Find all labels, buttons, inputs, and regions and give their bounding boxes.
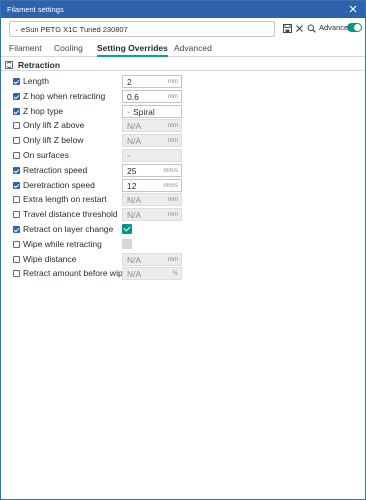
override-checkbox[interactable] — [13, 226, 20, 233]
override-checkbox[interactable] — [13, 240, 20, 248]
title-bar: Filament settings — [1, 1, 365, 18]
unit-label: mm — [168, 79, 178, 85]
field-value: 25 — [127, 165, 137, 176]
save-icon[interactable] — [283, 24, 293, 34]
override-checkbox[interactable] — [13, 152, 20, 159]
setting-label: Length — [23, 76, 49, 86]
unit-label: mm — [168, 123, 178, 130]
override-checkbox[interactable] — [13, 92, 20, 100]
settings-tabs: Filament Cooling Setting Overrides Advan… — [1, 41, 365, 57]
preset-name: eSun PETG X1C Tuned 230807 — [21, 24, 128, 34]
unit-label: mm — [168, 197, 178, 204]
setting-row: Extra length on restart N/A mm — [1, 193, 365, 207]
advanced-toggle[interactable] — [347, 23, 362, 32]
unit-label: mm — [168, 138, 178, 145]
preset-toolbar: ⌄ eSun PETG X1C Tuned 230807 Advanced — [1, 18, 365, 40]
setting-row: Length 2 mm — [1, 75, 365, 89]
setting-label: Only lift Z below — [23, 135, 84, 146]
unit-label: mm — [168, 93, 178, 100]
setting-row: Retract amount before wipe N/A% — [1, 267, 365, 281]
override-checkbox[interactable] — [13, 211, 20, 219]
override-checkbox[interactable] — [13, 166, 20, 174]
unit-label: mm/s — [163, 182, 178, 189]
search-icon[interactable] — [307, 24, 317, 34]
field-value: 12 — [127, 180, 137, 191]
tab-advanced[interactable]: Advanced — [174, 43, 212, 56]
setting-label: Z hop type — [23, 105, 64, 116]
setting-row: Wipe distance N/A mm — [1, 252, 365, 267]
setting-label: Deretraction speed — [23, 179, 95, 190]
setting-label: On surfaces — [23, 150, 69, 160]
chevron-down-icon: ⌄ — [126, 153, 132, 159]
collapse-icon[interactable] — [5, 60, 13, 69]
setting-input[interactable]: N/A mm — [122, 252, 182, 266]
field-value: N/A — [127, 254, 142, 265]
setting-input[interactable]: N/A mm — [122, 208, 182, 222]
unit-label: mm/s — [163, 167, 178, 174]
field-value: 0.6 — [127, 91, 139, 102]
setting-input[interactable]: N/A% — [122, 267, 182, 281]
setting-row: Z hop type ⌄ Spiral — [1, 104, 365, 119]
setting-label: Retract on layer change — [23, 224, 114, 234]
setting-label: Extra length on restart — [23, 194, 107, 205]
setting-row: Retraction speed 25 mm/s — [1, 163, 365, 178]
setting-row: Deretraction speed 12 mm/s — [1, 178, 365, 193]
setting-input[interactable]: N/A mm — [122, 119, 182, 133]
setting-label: Z hop when retracting — [23, 90, 106, 101]
field-value: N/A — [127, 136, 142, 147]
tab-setting-overrides[interactable]: Setting Overrides — [97, 43, 168, 57]
tab-cooling[interactable]: Cooling — [54, 43, 83, 56]
override-checkbox[interactable] — [13, 181, 20, 189]
setting-row: On surfaces ⌄ — [1, 149, 365, 163]
value-checkbox[interactable] — [122, 224, 132, 234]
field-value: 2 — [127, 77, 132, 87]
unit-label: mm — [168, 256, 178, 263]
override-checkbox[interactable] — [13, 255, 20, 263]
override-checkbox[interactable] — [13, 78, 20, 85]
setting-input[interactable]: N/A mm — [122, 134, 182, 148]
override-checkbox[interactable] — [13, 137, 20, 145]
field-value: N/A — [127, 121, 142, 132]
setting-input[interactable]: 25 mm/s — [122, 163, 182, 177]
preset-selector[interactable]: ⌄ eSun PETG X1C Tuned 230807 — [9, 21, 275, 37]
setting-row: Z hop when retracting 0.6 mm — [1, 89, 365, 104]
override-checkbox[interactable] — [13, 107, 20, 115]
setting-row: Only lift Z above N/A mm — [1, 119, 365, 133]
setting-label: Retraction speed — [23, 164, 88, 175]
chevron-down-icon: ⌄ — [126, 108, 132, 115]
override-checkbox[interactable] — [13, 122, 20, 130]
setting-row: Only lift Z below N/A mm — [1, 134, 365, 148]
group-title: Retraction — [18, 59, 61, 70]
field-value: Spiral — [133, 106, 155, 117]
setting-label: Travel distance threshold — [23, 209, 118, 220]
field-value: N/A — [127, 269, 142, 280]
setting-row: Travel distance threshold N/A mm — [1, 208, 365, 222]
setting-dropdown[interactable]: ⌄ Spiral — [122, 104, 182, 118]
value-checkbox[interactable] — [122, 238, 132, 249]
setting-input[interactable]: 0.6 mm — [122, 89, 182, 103]
unit-label: % — [172, 271, 178, 278]
field-value: N/A — [127, 210, 142, 221]
override-checkbox[interactable] — [13, 270, 20, 278]
unit-label: mm — [168, 212, 178, 219]
close-icon[interactable] — [295, 24, 305, 34]
filament-settings-window: Filament settings ⌄ eSun PETG X1C Tuned … — [0, 0, 366, 500]
setting-row: Retract on layer change — [1, 223, 365, 237]
close-icon[interactable] — [347, 3, 359, 15]
setting-label: Wipe distance — [23, 253, 77, 264]
chevron-down-icon: ⌄ — [14, 26, 20, 33]
setting-dropdown[interactable]: ⌄ — [122, 149, 182, 162]
setting-input[interactable]: 2 mm — [122, 75, 182, 88]
setting-label: Retract amount before wipe — [23, 268, 128, 279]
window-title: Filament settings — [7, 5, 64, 14]
setting-input[interactable]: N/A mm — [122, 193, 182, 207]
retraction-group-header: Retraction — [1, 59, 365, 71]
override-checkbox[interactable] — [13, 196, 20, 204]
setting-row: Wipe while retracting — [1, 238, 365, 252]
field-value: N/A — [127, 195, 142, 206]
setting-label: Wipe while retracting — [23, 238, 102, 249]
setting-label: Only lift Z above — [23, 120, 85, 131]
setting-input[interactable]: 12 mm/s — [122, 178, 182, 192]
tab-filament[interactable]: Filament — [9, 43, 42, 56]
